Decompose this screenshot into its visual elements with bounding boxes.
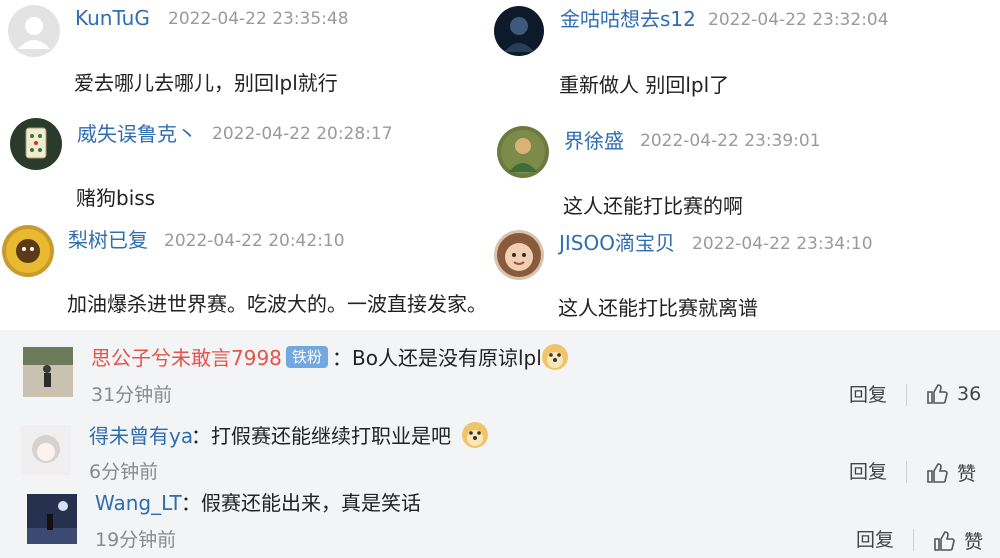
avatar[interactable] bbox=[494, 230, 544, 280]
commenter-name[interactable]: 金咕咕想去s12 bbox=[560, 7, 696, 31]
avatar[interactable] bbox=[23, 347, 73, 397]
like-label: 赞 bbox=[964, 531, 984, 553]
warrior-avatar-icon bbox=[501, 130, 545, 174]
comment-text: 赌狗biss bbox=[76, 186, 156, 210]
replier-name[interactable]: Wang_LT bbox=[95, 490, 182, 516]
comment-text: 加油爆杀进世界赛。吃波大的。一波直接发家。 bbox=[67, 292, 487, 316]
comment-text: 重新做人 别回lpl了 bbox=[559, 73, 730, 97]
comment-text: 爱去哪儿去哪儿，别回lpl就行 bbox=[74, 71, 338, 95]
comment-text: 这人还能打比赛的啊 bbox=[563, 194, 743, 218]
like-button[interactable]: 36 bbox=[925, 382, 981, 406]
comment-time: 2022-04-22 23:34:10 bbox=[692, 234, 873, 254]
replier-name[interactable]: 思公子兮未敢言7998 bbox=[91, 345, 282, 371]
reply-button[interactable]: 回复 bbox=[856, 528, 894, 552]
reply-time: 19分钟前 bbox=[95, 529, 177, 551]
comment-time: 2022-04-22 23:35:48 bbox=[168, 9, 349, 29]
fan-badge: 铁粉 bbox=[286, 346, 329, 368]
like-count: 36 bbox=[957, 383, 982, 405]
street-photo-avatar-icon bbox=[23, 347, 73, 397]
avatar[interactable] bbox=[27, 494, 77, 544]
like-label: 赞 bbox=[957, 463, 977, 485]
reply-button[interactable]: 回复 bbox=[849, 383, 887, 407]
thumbs-up-icon bbox=[934, 530, 955, 551]
like-button[interactable]: 赞 bbox=[925, 459, 976, 486]
reply-button[interactable]: 回复 bbox=[849, 460, 887, 484]
divider bbox=[906, 384, 907, 406]
reply-time: 31分钟前 bbox=[91, 384, 173, 406]
avatar[interactable] bbox=[497, 126, 549, 178]
anime-girl-avatar-icon bbox=[21, 425, 71, 475]
commenter-name[interactable]: KunTuG bbox=[75, 6, 150, 30]
doge-icon bbox=[461, 421, 489, 449]
mahjong-avatar-icon bbox=[25, 127, 47, 159]
child-avatar-icon bbox=[497, 233, 541, 277]
night-photo-avatar-icon bbox=[27, 494, 77, 544]
default-avatar-icon bbox=[18, 17, 50, 49]
replier-name[interactable]: 得未曾有ya bbox=[89, 423, 193, 449]
reply-text: ：打假赛还能继续打职业是吧 bbox=[191, 424, 451, 448]
comment-time: 2022-04-22 23:32:04 bbox=[708, 10, 889, 30]
doge-icon bbox=[541, 343, 569, 371]
thumbs-up-icon bbox=[927, 384, 948, 404]
like-button[interactable]: 赞 bbox=[932, 527, 983, 554]
commenter-name[interactable]: JISOO滴宝贝 bbox=[559, 231, 675, 255]
dark-figure-avatar-icon bbox=[504, 17, 534, 52]
sunflower-avatar-icon bbox=[6, 229, 50, 273]
divider bbox=[906, 461, 907, 483]
commenter-name[interactable]: 界徐盛 bbox=[564, 129, 624, 153]
divider bbox=[913, 529, 914, 551]
commenter-name[interactable]: 梨树已复 bbox=[68, 228, 148, 252]
commenter-name[interactable]: 威失误鲁克丶 bbox=[77, 122, 197, 146]
comment-time: 2022-04-22 20:42:10 bbox=[164, 231, 345, 251]
comment-time: 2022-04-22 23:39:01 bbox=[640, 131, 821, 151]
avatar[interactable] bbox=[21, 425, 71, 475]
avatar[interactable] bbox=[8, 5, 60, 57]
reply-time: 6分钟前 bbox=[89, 461, 159, 483]
comment-text: 这人还能打比赛就离谱 bbox=[558, 296, 758, 320]
reply-text: ：假赛还能出来，真是笑话 bbox=[181, 491, 421, 515]
avatar[interactable] bbox=[10, 118, 62, 170]
avatar[interactable] bbox=[2, 225, 54, 277]
comment-time: 2022-04-22 20:28:17 bbox=[212, 124, 393, 144]
thumbs-up-icon bbox=[927, 462, 948, 483]
reply-text: ：Bo人还是没有原谅lpl bbox=[332, 346, 542, 370]
avatar[interactable] bbox=[494, 6, 544, 56]
